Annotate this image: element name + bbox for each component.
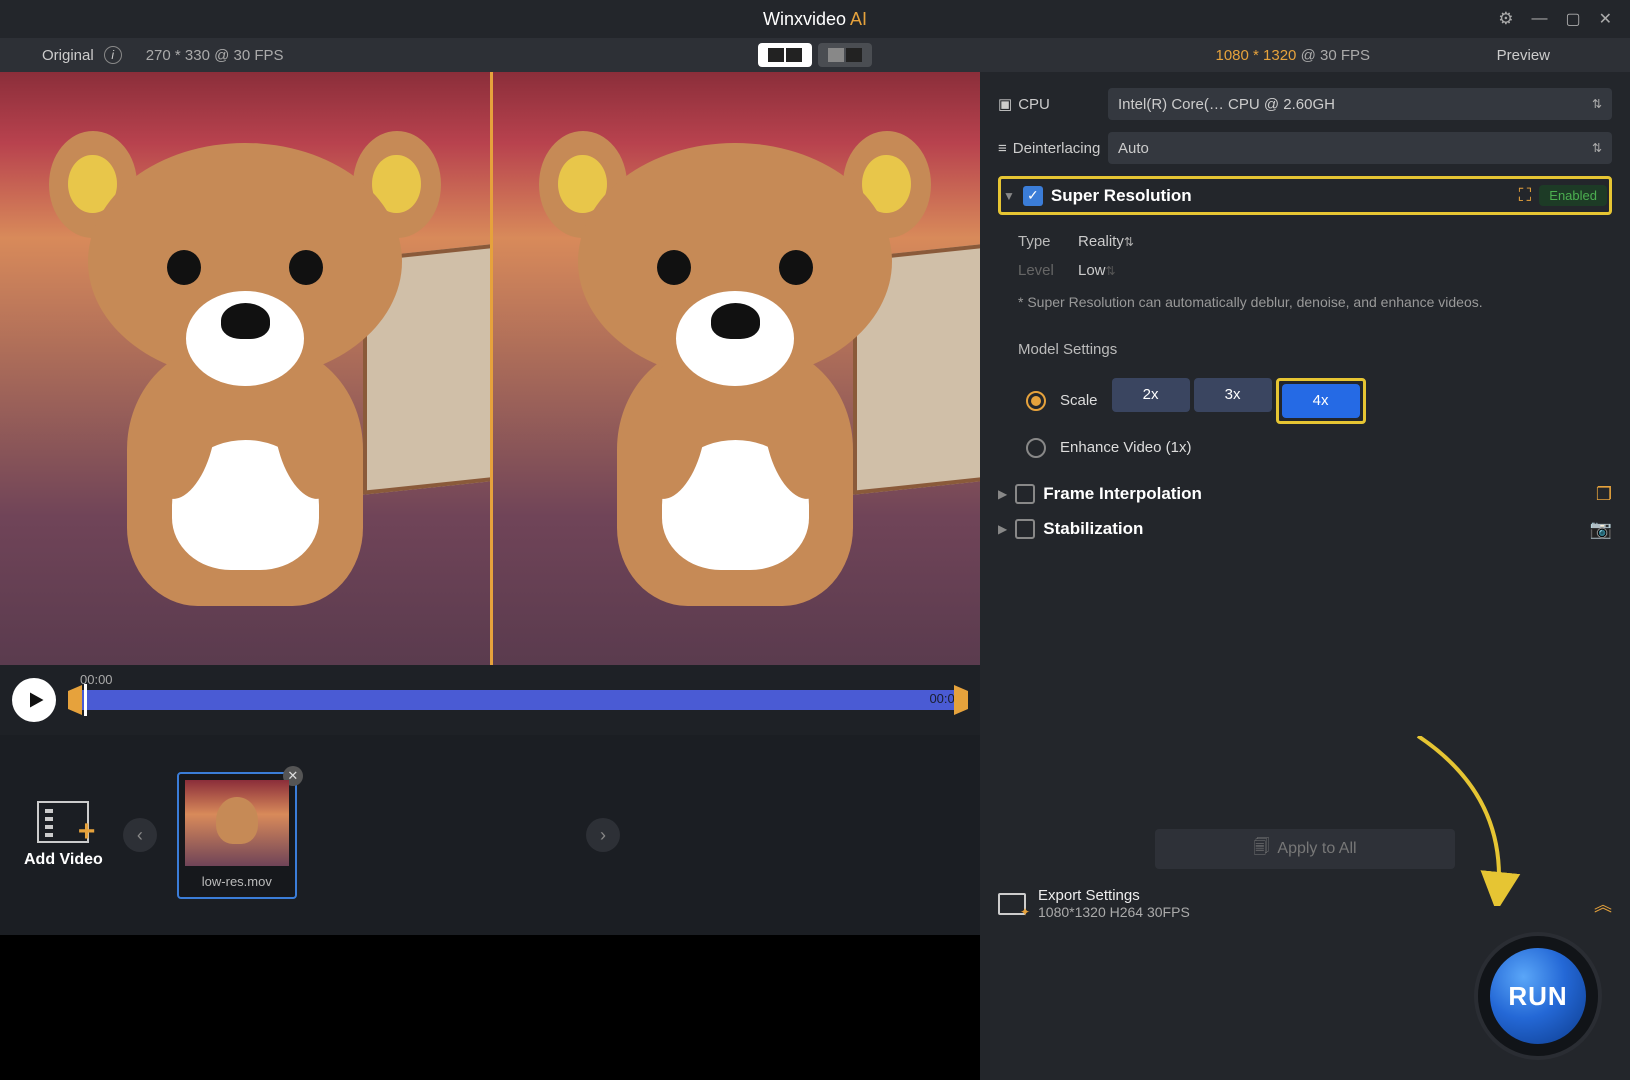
split-handle[interactable] bbox=[490, 72, 493, 665]
enhance-radio[interactable] bbox=[1026, 438, 1046, 458]
scale-4x-button[interactable]: 4x bbox=[1282, 384, 1360, 418]
scale-3x-button[interactable]: 3x bbox=[1194, 378, 1272, 412]
camera-icon: 📷 bbox=[1590, 519, 1612, 540]
add-video-icon: + bbox=[37, 801, 89, 843]
super-res-hint: * Super Resolution can automatically deb… bbox=[1018, 293, 1612, 313]
scale-radio[interactable] bbox=[1026, 391, 1046, 411]
info-icon[interactable]: i bbox=[104, 46, 122, 64]
compare-side-button[interactable] bbox=[758, 43, 812, 67]
level-select: Low⇅ bbox=[1078, 262, 1612, 279]
frame-interp-checkbox[interactable] bbox=[1015, 484, 1035, 504]
cpu-icon: ▣ bbox=[998, 95, 1012, 113]
preview-label: Preview bbox=[1497, 47, 1550, 64]
chevron-right-icon[interactable]: ▶ bbox=[998, 487, 1007, 501]
super-resolution-section: ▼ ✓ Super Resolution ⛶ Enabled bbox=[998, 176, 1612, 215]
export-settings[interactable]: Export Settings 1080*1320 H264 30FPS ︽ bbox=[998, 887, 1612, 920]
timeline-track[interactable]: 00:03 bbox=[68, 690, 968, 710]
clips-next-button[interactable]: › bbox=[586, 818, 620, 852]
original-label: Original bbox=[42, 47, 94, 64]
clip-tray: + Add Video ‹ ✕ low-res.mov › bbox=[0, 735, 980, 935]
output-dimensions: 1080 * 1320 @ 30 FPS bbox=[1215, 47, 1370, 64]
app-title: WinxvideoAI bbox=[763, 9, 867, 30]
clips-prev-button[interactable]: ‹ bbox=[123, 818, 157, 852]
apply-all-button[interactable]: 🗐 Apply to All bbox=[1155, 829, 1455, 869]
scale-2x-button[interactable]: 2x bbox=[1112, 378, 1190, 412]
cpu-select[interactable]: Intel(R) Core(… CPU @ 2.60GH⇅ bbox=[1108, 88, 1612, 120]
stabilization-checkbox[interactable] bbox=[1015, 519, 1035, 539]
play-button[interactable] bbox=[12, 678, 56, 722]
trim-end-handle[interactable] bbox=[954, 685, 968, 715]
chevron-up-icon[interactable]: ︽ bbox=[1594, 891, 1612, 917]
source-dimensions: 270 * 330 @ 30 FPS bbox=[146, 47, 284, 64]
settings-gear-icon[interactable]: ⚙ bbox=[1498, 9, 1513, 29]
preview-area bbox=[0, 72, 980, 665]
trim-start-handle[interactable] bbox=[68, 685, 82, 715]
deinterlace-icon: ≡ bbox=[998, 140, 1007, 157]
timeline: 00:00 00:03 bbox=[0, 665, 980, 735]
info-bar: Original i 270 * 330 @ 30 FPS 1080 * 132… bbox=[0, 38, 1630, 72]
close-icon[interactable]: ✕ bbox=[1599, 9, 1612, 29]
clip-item[interactable]: ✕ low-res.mov bbox=[177, 772, 297, 899]
super-res-checkbox[interactable]: ✓ bbox=[1023, 186, 1043, 206]
chevron-right-icon[interactable]: ▶ bbox=[998, 522, 1007, 536]
run-button[interactable]: RUN bbox=[1478, 936, 1598, 1056]
expand-icon[interactable]: ⛶ bbox=[1519, 185, 1532, 206]
chevron-down-icon[interactable]: ▼ bbox=[1003, 189, 1015, 203]
enhanced-pane bbox=[490, 72, 980, 665]
type-select[interactable]: Reality⇅ bbox=[1078, 233, 1612, 250]
export-icon bbox=[998, 893, 1026, 915]
deinterlace-select[interactable]: Auto⇅ bbox=[1108, 132, 1612, 164]
frames-icon: ❐ bbox=[1596, 484, 1612, 505]
clip-thumbnail bbox=[185, 780, 289, 866]
minimize-icon[interactable]: — bbox=[1531, 10, 1547, 28]
compare-mode-toggles bbox=[758, 43, 872, 67]
playhead[interactable] bbox=[84, 684, 87, 716]
add-video-button[interactable]: + Add Video bbox=[24, 801, 103, 869]
apply-icon: 🗐 bbox=[1253, 836, 1269, 863]
maximize-icon[interactable]: ▢ bbox=[1565, 9, 1580, 29]
enabled-badge: Enabled bbox=[1539, 185, 1607, 206]
clip-filename: low-res.mov bbox=[202, 874, 272, 889]
model-settings-label: Model Settings bbox=[1018, 341, 1612, 358]
settings-panel: ▣CPU Intel(R) Core(… CPU @ 2.60GH⇅ ≡Dein… bbox=[980, 72, 1630, 1080]
title-bar: WinxvideoAI ⚙ — ▢ ✕ bbox=[0, 0, 1630, 38]
compare-split-button[interactable] bbox=[818, 43, 872, 67]
original-pane bbox=[0, 72, 490, 665]
